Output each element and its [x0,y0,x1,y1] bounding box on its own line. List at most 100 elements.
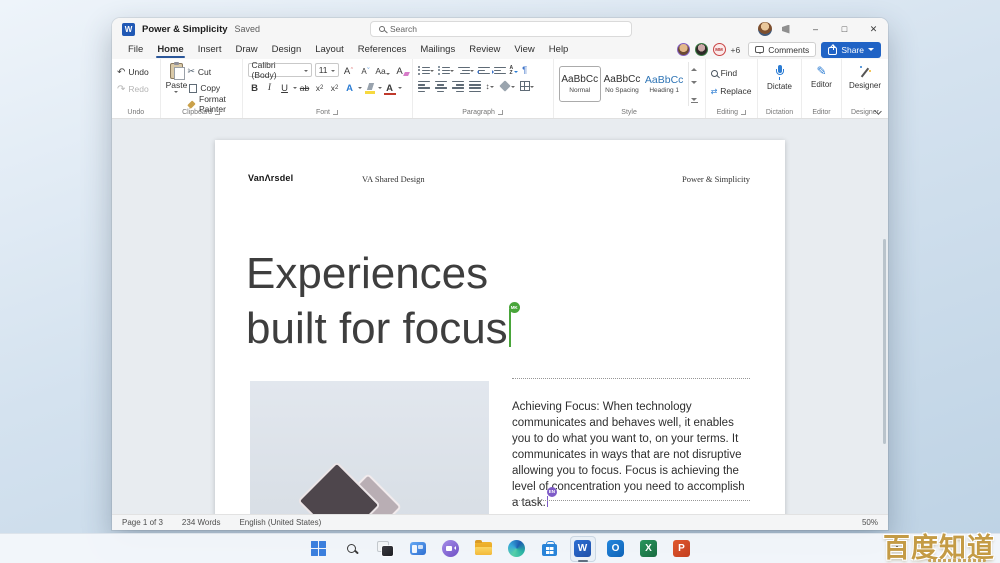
document-page[interactable]: VanΛrsdel VA Shared Design Power & Simpl… [215,140,785,514]
decrease-indent-icon[interactable] [476,66,490,75]
collaborator-avatar-1[interactable] [676,43,690,56]
editor-button[interactable]: ✎ Editor [807,63,836,90]
powerpoint-button[interactable]: P [669,536,695,562]
redo-button[interactable]: ↷ Redo [117,82,149,96]
shading-button[interactable] [498,80,515,93]
bold-button[interactable]: B [248,81,262,94]
language-indicator[interactable]: English (United States) [239,518,321,527]
close-button[interactable]: ✕ [859,18,888,40]
strikethrough-button[interactable]: ab [298,81,312,94]
dialog-launcher-icon[interactable] [497,110,503,115]
shrink-font-button[interactable]: A [359,64,373,77]
text-effects-button[interactable]: A [343,81,357,94]
dialog-launcher-icon[interactable] [215,110,221,115]
superscript-button[interactable]: x2 [328,81,342,94]
style-heading-1[interactable]: AaBbCc Heading 1 [643,66,685,102]
chat-button[interactable] [438,536,464,562]
tab-draw[interactable]: Draw [228,40,264,59]
document-heading[interactable]: Experiences built for focus MK [246,246,520,356]
scroll-up-icon[interactable] [691,65,698,71]
file-explorer-button[interactable] [471,536,497,562]
line-spacing-button[interactable]: ↕ [486,82,494,91]
paint-bucket-icon [498,80,511,93]
find-button[interactable]: Find [710,66,752,80]
tab-design[interactable]: Design [265,40,309,59]
undo-button[interactable]: ↶ Undo [117,65,149,79]
ribbon-tab-bar: File Home Insert Draw Design Layout Refe… [112,40,888,59]
undo-icon: ↶ [117,66,126,78]
subscript-button[interactable]: x2 [313,81,327,94]
show-paragraph-marks-button[interactable]: ¶ [522,65,527,76]
page-header[interactable]: VanΛrsdel VA Shared Design Power & Simpl… [248,173,750,185]
tab-references[interactable]: References [351,40,414,59]
user-avatar[interactable] [758,22,772,36]
task-view-icon [376,541,393,556]
collaborator-avatar-3[interactable]: MM [712,43,726,56]
start-button[interactable] [306,536,332,562]
excel-button[interactable]: X [636,536,662,562]
replace-button[interactable]: ⇄ Replace [711,84,752,98]
edge-button[interactable] [504,536,530,562]
scroll-down-icon[interactable] [691,81,698,87]
document-image[interactable] [250,381,489,514]
tab-layout[interactable]: Layout [308,40,351,59]
collaborator-overflow-count[interactable]: +6 [731,45,741,55]
dialog-launcher-icon[interactable] [740,110,746,115]
page-indicator[interactable]: Page 1 of 3 [122,518,163,527]
tab-mailings[interactable]: Mailings [413,40,462,59]
style-no-spacing[interactable]: AaBbCc No Spacing [601,66,643,102]
tab-home[interactable]: Home [150,40,190,59]
copy-button[interactable]: Copy [186,81,236,95]
tab-insert[interactable]: Insert [191,40,229,59]
document-body-text[interactable]: Achieving Focus: When technology communi… [512,399,753,511]
task-view-button[interactable] [372,536,398,562]
style-normal[interactable]: AaBbCc Normal [558,66,601,102]
tab-view[interactable]: View [507,40,541,59]
share-button[interactable]: Share [821,41,881,58]
collaborator-avatar-2[interactable] [694,43,708,56]
taskbar-search-button[interactable] [339,536,365,562]
sort-button[interactable]: AZ [510,66,519,75]
multilevel-list-button[interactable] [457,66,474,75]
underline-button[interactable]: U [278,81,292,94]
align-center-icon[interactable] [434,81,447,92]
designer-button[interactable]: Designer [847,63,883,90]
microsoft-store-button[interactable] [537,536,563,562]
align-left-icon[interactable] [417,81,430,92]
italic-button[interactable]: I [263,81,277,94]
tab-file[interactable]: File [121,40,150,59]
outlook-button[interactable]: O [603,536,629,562]
tab-review[interactable]: Review [462,40,507,59]
word-count[interactable]: 234 Words [182,518,221,527]
search-input[interactable]: Search [370,21,632,37]
numbering-button[interactable] [438,66,454,76]
comments-button[interactable]: Comments [748,42,817,57]
change-case-button[interactable]: Aa [375,64,390,77]
clear-formatting-button[interactable]: A [393,64,407,77]
align-right-icon[interactable] [451,81,464,92]
minimize-button[interactable]: – [801,18,830,40]
vertical-scrollbar[interactable] [883,239,886,444]
bullets-button[interactable] [418,66,434,76]
zoom-level[interactable]: 50% [862,518,878,527]
word-taskbar-button[interactable]: W [569,535,596,562]
feedback-megaphone-icon[interactable] [782,24,790,34]
grow-font-button[interactable]: A [342,64,356,77]
font-color-button[interactable]: A [383,81,397,95]
dialog-launcher-icon[interactable] [333,110,339,115]
widgets-button[interactable] [405,536,431,562]
justify-icon[interactable] [468,81,481,92]
dictate-button[interactable]: Dictate [763,63,796,91]
tab-help[interactable]: Help [542,40,576,59]
maximize-button[interactable]: □ [830,18,859,40]
cut-button[interactable]: ✂ Cut [187,65,236,79]
font-size-select[interactable]: 11 [314,63,339,77]
styles-gallery-scroll[interactable] [688,62,699,106]
paste-button[interactable]: Paste [166,62,187,95]
borders-button[interactable] [519,81,534,92]
highlight-color-button[interactable] [363,81,377,94]
save-status[interactable]: Saved [235,24,261,34]
styles-more-icon[interactable] [690,97,698,103]
font-family-select[interactable]: Calibri (Body) [247,60,312,80]
increase-indent-icon[interactable] [491,66,506,75]
